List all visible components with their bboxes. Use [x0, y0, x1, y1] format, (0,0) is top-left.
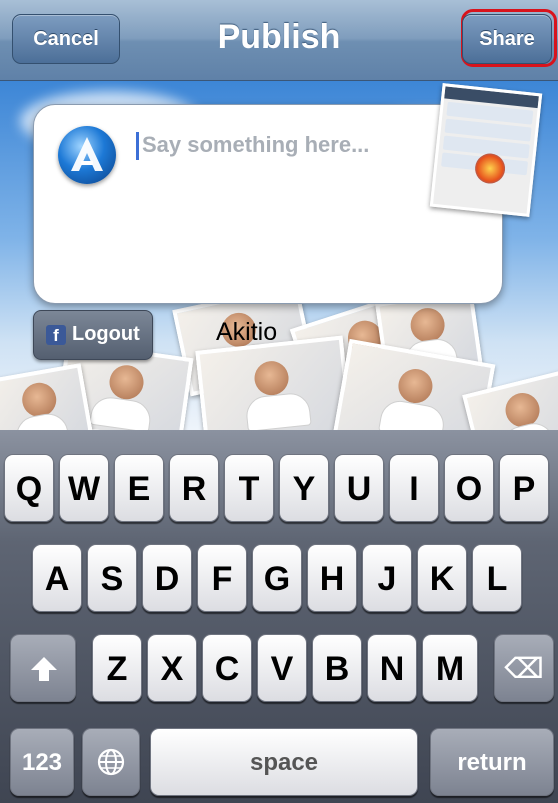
key-q[interactable]: Q: [4, 454, 54, 522]
globe-icon: [473, 152, 507, 186]
shift-arrow-icon: [31, 657, 57, 681]
numbers-key[interactable]: 123: [10, 728, 74, 796]
photo: [0, 363, 95, 430]
key-c[interactable]: C: [202, 634, 252, 702]
key-y[interactable]: Y: [279, 454, 329, 522]
key-j[interactable]: J: [362, 544, 412, 612]
logout-label: Logout: [72, 323, 140, 345]
key-a[interactable]: A: [32, 544, 82, 612]
key-h[interactable]: H: [307, 544, 357, 612]
key-g[interactable]: G: [252, 544, 302, 612]
key-p[interactable]: P: [499, 454, 549, 522]
delete-icon: ⌫: [504, 653, 544, 684]
globe-icon: [97, 748, 125, 776]
key-m[interactable]: M: [422, 634, 478, 702]
attached-screenshot-thumbnail[interactable]: [429, 83, 543, 217]
key-o[interactable]: O: [444, 454, 494, 522]
key-d[interactable]: D: [142, 544, 192, 612]
key-s[interactable]: S: [87, 544, 137, 612]
compose-text-field[interactable]: [142, 128, 422, 162]
akitio-logo-icon: [58, 126, 116, 184]
photo: [195, 335, 353, 430]
key-w[interactable]: W: [59, 454, 109, 522]
globe-key[interactable]: [82, 728, 140, 796]
return-key[interactable]: return: [430, 728, 554, 796]
key-n[interactable]: N: [367, 634, 417, 702]
key-x[interactable]: X: [147, 634, 197, 702]
key-u[interactable]: U: [334, 454, 384, 522]
key-i[interactable]: I: [389, 454, 439, 522]
text-cursor: [136, 132, 139, 160]
key-l[interactable]: L: [472, 544, 522, 612]
account-name: Akitio: [216, 318, 278, 346]
key-r[interactable]: R: [169, 454, 219, 522]
delete-key[interactable]: ⌫: [494, 634, 554, 702]
key-b[interactable]: B: [312, 634, 362, 702]
facebook-logout-button[interactable]: f Logout: [33, 310, 153, 360]
key-z[interactable]: Z: [92, 634, 142, 702]
navigation-bar: Cancel Publish Share: [0, 0, 558, 81]
key-t[interactable]: T: [224, 454, 274, 522]
key-k[interactable]: K: [417, 544, 467, 612]
shift-key[interactable]: [10, 634, 76, 702]
key-e[interactable]: E: [114, 454, 164, 522]
key-v[interactable]: V: [257, 634, 307, 702]
facebook-icon: f: [46, 325, 66, 345]
keyboard: Q W E R T Y U I O P A S D F G H J K L Z …: [0, 430, 558, 803]
space-bar[interactable]: space: [150, 728, 418, 796]
share-button[interactable]: Share: [462, 14, 552, 64]
key-f[interactable]: F: [197, 544, 247, 612]
